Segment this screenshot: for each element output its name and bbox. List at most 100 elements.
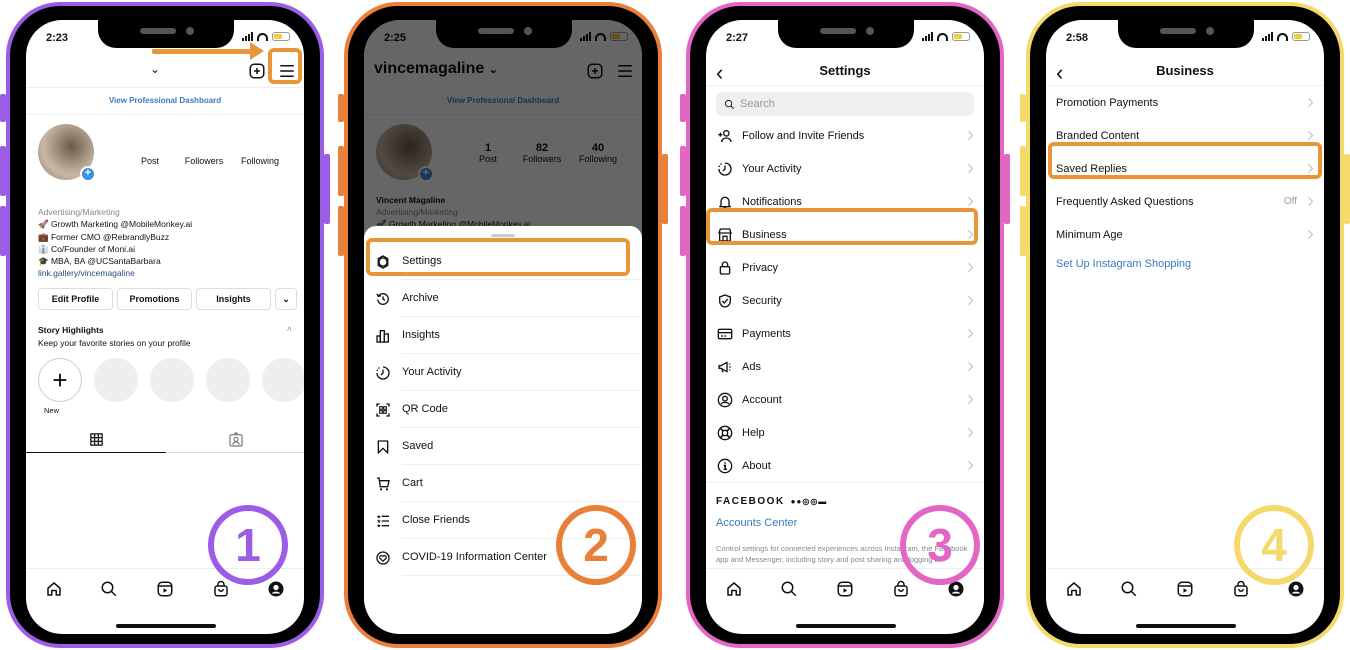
new-post-icon[interactable] <box>248 62 266 80</box>
tab-divider <box>166 452 304 453</box>
tagged-tab-icon[interactable] <box>228 432 244 448</box>
notch <box>436 20 572 48</box>
chevron-right-icon <box>1307 229 1314 240</box>
signal-icon <box>922 32 933 41</box>
settings-item-privacy[interactable]: Privacy <box>706 251 984 284</box>
settings-item-label: Account <box>742 393 782 406</box>
settings-item-about[interactable]: About <box>706 449 984 482</box>
stat-following[interactable]: Following <box>232 156 288 166</box>
add-story-icon[interactable]: + <box>80 166 96 182</box>
divider <box>26 114 304 115</box>
active-tab-indicator <box>26 452 166 453</box>
chevron-right-icon <box>967 328 974 339</box>
close-friends-icon <box>374 512 392 530</box>
business-item-value: Off <box>1283 196 1297 207</box>
side-button <box>680 146 686 196</box>
menu-item-qr-code[interactable]: QR Code <box>364 391 642 428</box>
accounts-center-link[interactable]: Accounts Center <box>716 517 797 529</box>
business-item-minimum-age[interactable]: Minimum Age <box>1046 218 1324 251</box>
facebook-apps-icons: ●●◎◎▬ <box>790 497 828 506</box>
settings-item-help[interactable]: Help <box>706 416 984 449</box>
stat-posts[interactable]: Post <box>124 156 176 166</box>
profile-icon[interactable] <box>265 578 287 600</box>
bio-line: 👔 Co/Founder of Moni.ai <box>38 243 136 254</box>
highlight-placeholder <box>206 358 250 402</box>
settings-item-account[interactable]: Account <box>706 383 984 416</box>
menu-item-label: Archive <box>402 280 642 317</box>
chevron-right-icon <box>967 196 974 207</box>
back-chevron-icon[interactable]: ‹ <box>716 60 723 86</box>
chevron-right-icon <box>967 427 974 438</box>
business-item-label: Branded Content <box>1056 129 1140 142</box>
chevron-right-icon <box>1307 196 1314 207</box>
menu-item-insights[interactable]: Insights <box>364 317 642 354</box>
avatar[interactable]: + <box>38 124 96 182</box>
search-input[interactable]: Search <box>716 92 974 116</box>
wifi-icon <box>937 32 948 41</box>
reels-icon[interactable] <box>1174 578 1196 600</box>
search-icon[interactable] <box>98 578 120 600</box>
shop-icon[interactable] <box>1230 578 1252 600</box>
help-icon <box>716 424 734 442</box>
settings-list: Follow and Invite Friends Your Activity … <box>706 119 984 482</box>
chevron-right-icon <box>967 262 974 273</box>
back-chevron-icon[interactable]: ‹ <box>1056 60 1063 86</box>
account-switcher-chevron-icon[interactable]: ⌄ <box>150 62 160 76</box>
insights-button[interactable]: Insights <box>196 288 271 310</box>
grid-tab-icon[interactable] <box>89 432 104 447</box>
search-icon[interactable] <box>778 578 800 600</box>
view-dashboard-link[interactable]: View Professional Dashboard <box>26 96 304 105</box>
reels-icon[interactable] <box>834 578 856 600</box>
account-icon <box>716 391 734 409</box>
home-indicator <box>796 624 896 628</box>
battery-icon <box>952 32 970 41</box>
shop-icon[interactable] <box>890 578 912 600</box>
settings-item-your-activity[interactable]: Your Activity <box>706 152 984 185</box>
new-highlight-button[interactable]: + <box>38 358 82 402</box>
chevron-right-icon <box>1307 97 1314 108</box>
reels-icon[interactable] <box>154 578 176 600</box>
menu-item-cart[interactable]: Cart <box>364 465 642 502</box>
bio-category: Advertising/Marketing <box>38 207 120 217</box>
chevron-right-icon <box>967 295 974 306</box>
archive-icon <box>374 290 392 308</box>
notch <box>98 20 234 48</box>
menu-item-archive[interactable]: Archive <box>364 280 642 317</box>
setup-shopping-link[interactable]: Set Up Instagram Shopping <box>1056 258 1191 270</box>
profile-actions: Edit Profile Promotions Insights ⌄ <box>38 288 297 310</box>
wifi-icon <box>1277 32 1288 41</box>
side-button <box>1020 146 1026 196</box>
highlight-placeholder <box>94 358 138 402</box>
menu-item-saved[interactable]: Saved <box>364 428 642 465</box>
promotions-button[interactable]: Promotions <box>117 288 192 310</box>
sheet-handle[interactable] <box>491 234 515 237</box>
settings-item-label: Security <box>742 294 782 307</box>
side-button <box>338 146 344 196</box>
side-button <box>324 154 330 224</box>
notch <box>778 20 914 48</box>
shop-icon[interactable] <box>210 578 232 600</box>
collapse-chevron-icon[interactable]: ˄ <box>287 324 292 334</box>
menu-item-label: Your Activity <box>402 354 642 391</box>
stat-followers[interactable]: Followers <box>176 156 232 166</box>
business-item-frequently-asked-questions[interactable]: Frequently Asked Questions Off <box>1046 185 1324 218</box>
settings-item-payments[interactable]: Payments <box>706 317 984 350</box>
step-badge: 1 <box>208 505 288 585</box>
business-item-promotion-payments[interactable]: Promotion Payments <box>1046 86 1324 119</box>
home-icon[interactable] <box>43 578 65 600</box>
search-icon[interactable] <box>1118 578 1140 600</box>
settings-item-label: Your Activity <box>742 162 802 175</box>
settings-item-ads[interactable]: Ads <box>706 350 984 383</box>
more-options-chevron-icon[interactable]: ⌄ <box>275 288 297 310</box>
settings-item-security[interactable]: Security <box>706 284 984 317</box>
menu-item-your-activity[interactable]: Your Activity <box>364 354 642 391</box>
edit-profile-button[interactable]: Edit Profile <box>38 288 113 310</box>
home-icon[interactable] <box>723 578 745 600</box>
home-icon[interactable] <box>1063 578 1085 600</box>
side-button <box>1344 154 1350 224</box>
menu-item-label: Saved <box>402 428 642 465</box>
bio-link[interactable]: link.gallery/vincemagaline <box>38 267 298 279</box>
nav-bar: ‹ Business <box>1046 56 1324 86</box>
page-title: Settings <box>819 63 871 78</box>
settings-item-follow-and-invite-friends[interactable]: Follow and Invite Friends <box>706 119 984 152</box>
